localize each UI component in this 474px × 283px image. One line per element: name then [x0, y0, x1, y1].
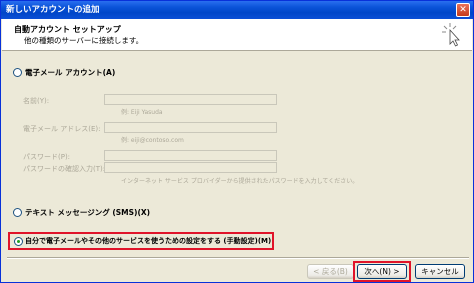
name-hint: 例: Eiji Yasuda — [121, 109, 163, 116]
wizard-header: 自動アカウント セットアップ 他の種類のサーバーに接続します。 — [2, 19, 472, 51]
email-address-hint: 例: eiji@contoso.com — [121, 137, 184, 144]
password-confirm-label: パスワードの確認入力(T): — [23, 165, 106, 173]
name-field[interactable] — [104, 94, 277, 105]
sms-radio[interactable] — [13, 208, 22, 217]
cursor-click-icon — [442, 23, 460, 47]
password-hint: インターネット サービス プロバイダーから提供されたパスワードを入力してください… — [121, 178, 359, 185]
header-subtitle: 他の種類のサーバーに接続します。 — [24, 36, 144, 45]
name-label: 名前(Y): — [23, 97, 50, 105]
email-address-field[interactable] — [104, 122, 277, 133]
email-address-label: 電子メール アドレス(E): — [23, 125, 101, 133]
email-account-label: 電子メール アカウント(A) — [25, 68, 116, 77]
header-title: 自動アカウント セットアップ — [14, 25, 121, 34]
password-confirm-field[interactable] — [104, 162, 277, 173]
next-button[interactable]: 次へ(N) > — [357, 264, 407, 279]
close-icon[interactable]: ✕ — [456, 3, 470, 17]
window-title: 新しいアカウントの追加 — [6, 5, 100, 15]
add-account-dialog: 新しいアカウントの追加 ✕ 自動アカウント セットアップ 他の種類のサーバーに接… — [0, 0, 474, 283]
password-field[interactable] — [104, 150, 277, 161]
cancel-button[interactable]: キャンセル — [415, 264, 465, 279]
sms-label: テキスト メッセージング (SMS)(X) — [25, 208, 151, 217]
back-button[interactable]: < 戻る(B) — [307, 264, 354, 279]
email-account-radio[interactable] — [13, 68, 22, 77]
manual-setup-label: 自分で電子メールやその他のサービスを使うための設定をする (手動設定)(M) — [25, 237, 272, 245]
manual-setup-radio[interactable] — [14, 237, 23, 246]
password-label: パスワード(P): — [23, 153, 71, 161]
footer-divider — [7, 257, 469, 259]
title-bar: 新しいアカウントの追加 ✕ — [1, 1, 473, 19]
